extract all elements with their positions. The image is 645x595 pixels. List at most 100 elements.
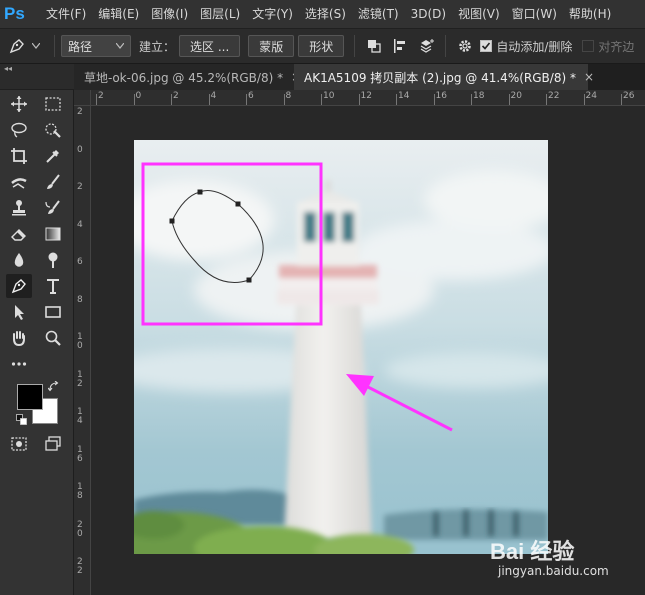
dodge-tool[interactable] bbox=[40, 248, 66, 272]
close-icon[interactable]: × bbox=[584, 70, 594, 84]
blur-drop-icon bbox=[14, 253, 24, 267]
quick-mask-icon bbox=[11, 437, 27, 451]
ruler-tick-label: 2 bbox=[173, 91, 179, 101]
healing-brush-icon bbox=[11, 178, 27, 189]
make-selection-button[interactable]: 选区 ... bbox=[179, 35, 241, 57]
hand-icon bbox=[13, 331, 25, 347]
ruler-tick-label: 2 bbox=[77, 107, 83, 117]
ruler-tick-label: 2 bbox=[77, 182, 83, 192]
path-operations-icon bbox=[368, 40, 381, 53]
watermark-brand: Bai 经验 bbox=[490, 539, 575, 564]
eyedropper-tool[interactable] bbox=[40, 144, 66, 168]
tool-preset-picker[interactable] bbox=[0, 31, 48, 61]
pen-tool[interactable] bbox=[6, 274, 32, 298]
ruler-tick-label: 2 0 bbox=[77, 519, 83, 539]
blur-tool[interactable] bbox=[6, 248, 32, 272]
move-tool[interactable] bbox=[6, 92, 32, 116]
pen-mode-select[interactable]: 路径 bbox=[61, 35, 131, 57]
menu-help[interactable]: 帮助(H) bbox=[563, 0, 617, 28]
ruler-tick bbox=[96, 94, 97, 105]
healing-brush-tool[interactable] bbox=[6, 170, 32, 194]
ruler-tick-label: 20 bbox=[510, 91, 522, 101]
ruler-tick-label: 1 2 bbox=[77, 369, 83, 389]
path-arrangement-button[interactable] bbox=[413, 34, 439, 58]
menu-edit[interactable]: 编辑(E) bbox=[92, 0, 145, 28]
pen-tool-icon bbox=[9, 39, 24, 54]
path-operations-button[interactable] bbox=[361, 34, 387, 58]
type-tool[interactable] bbox=[40, 274, 66, 298]
lighthouse-photo bbox=[134, 140, 548, 554]
zoom-tool[interactable] bbox=[40, 326, 66, 350]
eraser-tool[interactable] bbox=[6, 222, 32, 246]
gradient-tool[interactable] bbox=[40, 222, 66, 246]
menu-select[interactable]: 选择(S) bbox=[299, 0, 352, 28]
clone-stamp-tool[interactable] bbox=[6, 196, 32, 220]
rectangle-tool[interactable] bbox=[40, 300, 66, 324]
history-brush-icon bbox=[45, 200, 60, 214]
align-edges-toggle[interactable]: 对齐边 bbox=[582, 38, 634, 55]
vertical-ruler[interactable]: 2 0 2 4 6 8 1 0 1 2 1 4 1 6 1 8 2 0 2 2 bbox=[74, 106, 91, 595]
quick-selection-icon bbox=[45, 123, 61, 138]
settings-button[interactable] bbox=[452, 34, 478, 58]
tab-label: AK1A5109 拷贝副本 (2).jpg @ 41.4%(RGB/8) * bbox=[304, 70, 576, 85]
foreground-color-swatch[interactable] bbox=[17, 384, 43, 410]
ruler-tick-label: 14 bbox=[398, 91, 410, 101]
zoom-icon bbox=[45, 330, 61, 346]
divider bbox=[54, 35, 55, 57]
type-icon bbox=[47, 279, 59, 294]
menu-view[interactable]: 视图(V) bbox=[452, 0, 506, 28]
document-canvas[interactable] bbox=[91, 106, 645, 595]
default-colors-icon[interactable] bbox=[16, 414, 28, 426]
menu-layer[interactable]: 图层(L) bbox=[194, 0, 246, 28]
hand-tool[interactable] bbox=[6, 326, 32, 350]
auto-add-delete-toggle[interactable]: 自动添加/删除 bbox=[480, 38, 572, 55]
tab-label: 草地-ok-06.jpg @ 45.2%(RGB/8) * bbox=[84, 70, 284, 85]
stamp-icon bbox=[12, 200, 26, 216]
collapse-toolbar-icon[interactable]: ◂◂ bbox=[4, 64, 12, 73]
anchor-point[interactable] bbox=[246, 277, 252, 283]
screen-mode-button[interactable] bbox=[40, 432, 66, 456]
path-selection-tool[interactable] bbox=[6, 300, 32, 324]
history-brush-tool[interactable] bbox=[40, 196, 66, 220]
dodge-icon bbox=[48, 252, 58, 268]
menu-window[interactable]: 窗口(W) bbox=[506, 0, 563, 28]
ruler-tick-label: 1 8 bbox=[77, 482, 83, 501]
marquee-tool[interactable] bbox=[40, 92, 66, 116]
anchor-point[interactable] bbox=[235, 201, 241, 207]
anchor-point[interactable] bbox=[197, 189, 203, 195]
menu-file[interactable]: 文件(F) bbox=[40, 0, 92, 28]
tab-document-1[interactable]: 草地-ok-06.jpg @ 45.2%(RGB/8) * × bbox=[74, 64, 301, 90]
baidu-watermark: Bai 经验 jingyan.baidu.com bbox=[490, 534, 640, 584]
menu-type[interactable]: 文字(Y) bbox=[246, 0, 299, 28]
ruler-tick bbox=[621, 94, 622, 105]
horizontal-ruler[interactable]: 2 0 2 4 6 8 10 12 14 16 18 20 22 24 26 bbox=[91, 90, 645, 106]
eraser-icon bbox=[11, 229, 26, 241]
ruler-tick bbox=[283, 94, 285, 105]
ruler-tick-label: 24 bbox=[585, 91, 597, 101]
make-shape-button[interactable]: 形状 bbox=[298, 35, 345, 57]
make-mask-button[interactable]: 蒙版 bbox=[248, 35, 295, 57]
ruler-tick-label: 10 bbox=[323, 91, 335, 101]
brush-tool[interactable] bbox=[40, 170, 66, 194]
anchor-point[interactable] bbox=[169, 218, 175, 224]
make-label: 建立： bbox=[139, 39, 176, 54]
edit-toolbar-button[interactable] bbox=[6, 352, 32, 376]
menu-image[interactable]: 图像(I) bbox=[145, 0, 194, 28]
ruler-tick bbox=[133, 94, 135, 105]
more-dots-icon bbox=[11, 362, 27, 366]
crop-tool[interactable] bbox=[6, 144, 32, 168]
swap-colors-icon[interactable] bbox=[47, 380, 60, 393]
tab-document-2[interactable]: AK1A5109 拷贝副本 (2).jpg @ 41.4%(RGB/8) * × bbox=[294, 64, 594, 90]
lasso-tool[interactable] bbox=[6, 118, 32, 142]
menu-3d[interactable]: 3D(D) bbox=[405, 0, 452, 28]
photoshop-logo: Ps bbox=[4, 4, 25, 23]
eyedropper-icon bbox=[46, 150, 59, 163]
ruler-tick-label: 16 bbox=[435, 91, 447, 101]
watermark-url: jingyan.baidu.com bbox=[498, 564, 609, 578]
quick-selection-tool[interactable] bbox=[40, 118, 66, 142]
path-alignment-button[interactable] bbox=[387, 34, 413, 58]
quick-mask-button[interactable] bbox=[6, 432, 32, 456]
document-tabs: 草地-ok-06.jpg @ 45.2%(RGB/8) * × AK1A5109… bbox=[74, 64, 645, 90]
menu-filter[interactable]: 滤镜(T) bbox=[352, 0, 405, 28]
ruler-origin[interactable] bbox=[74, 90, 91, 106]
